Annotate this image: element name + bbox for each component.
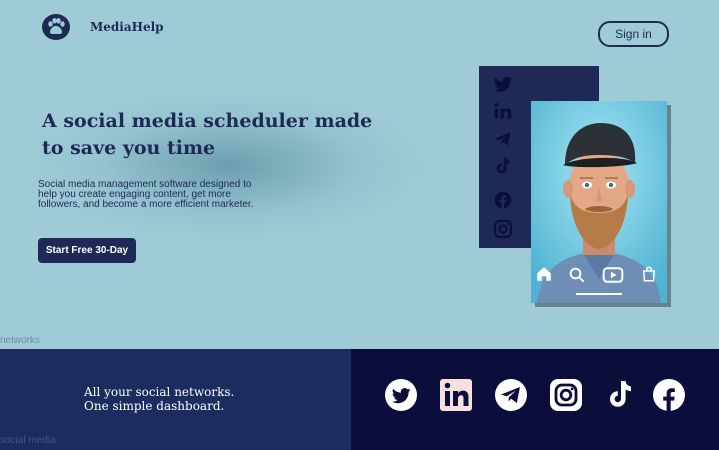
paw-icon[interactable] xyxy=(42,14,70,40)
twitter-icon[interactable] xyxy=(493,75,513,95)
tagline-line-1: All your social networks. xyxy=(84,385,235,399)
play-icon[interactable] xyxy=(602,266,624,284)
start-trial-button[interactable]: Start Free 30-Day xyxy=(38,238,136,263)
search-icon[interactable] xyxy=(568,266,586,284)
shopping-bag-icon[interactable] xyxy=(640,265,658,283)
tiktok-icon[interactable] xyxy=(493,156,513,176)
sign-in-button[interactable]: Sign in xyxy=(598,21,669,47)
linkedin-icon[interactable] xyxy=(439,378,473,412)
brand-name[interactable]: MediaHelp xyxy=(90,20,164,34)
linkedin-icon[interactable] xyxy=(493,101,513,121)
tagline-line-2: One simple dashboard. xyxy=(84,399,225,413)
footer-tagline: All your social networks. One simple das… xyxy=(84,385,234,413)
hero-title: A social media scheduler made to save yo… xyxy=(42,110,373,159)
home-icon[interactable] xyxy=(535,265,553,283)
instagram-icon[interactable] xyxy=(549,378,583,412)
twitter-icon[interactable] xyxy=(384,378,418,412)
facebook-icon[interactable] xyxy=(493,190,513,210)
facebook-icon[interactable] xyxy=(652,378,686,412)
social-media-label: social media xyxy=(0,435,56,446)
hero-description: Social media management software designe… xyxy=(38,179,254,210)
instagram-icon[interactable] xyxy=(493,219,513,239)
telegram-icon[interactable] xyxy=(493,129,513,149)
telegram-icon[interactable] xyxy=(494,378,528,412)
networks-label: networks xyxy=(0,335,41,346)
tiktok-icon[interactable] xyxy=(604,378,638,412)
